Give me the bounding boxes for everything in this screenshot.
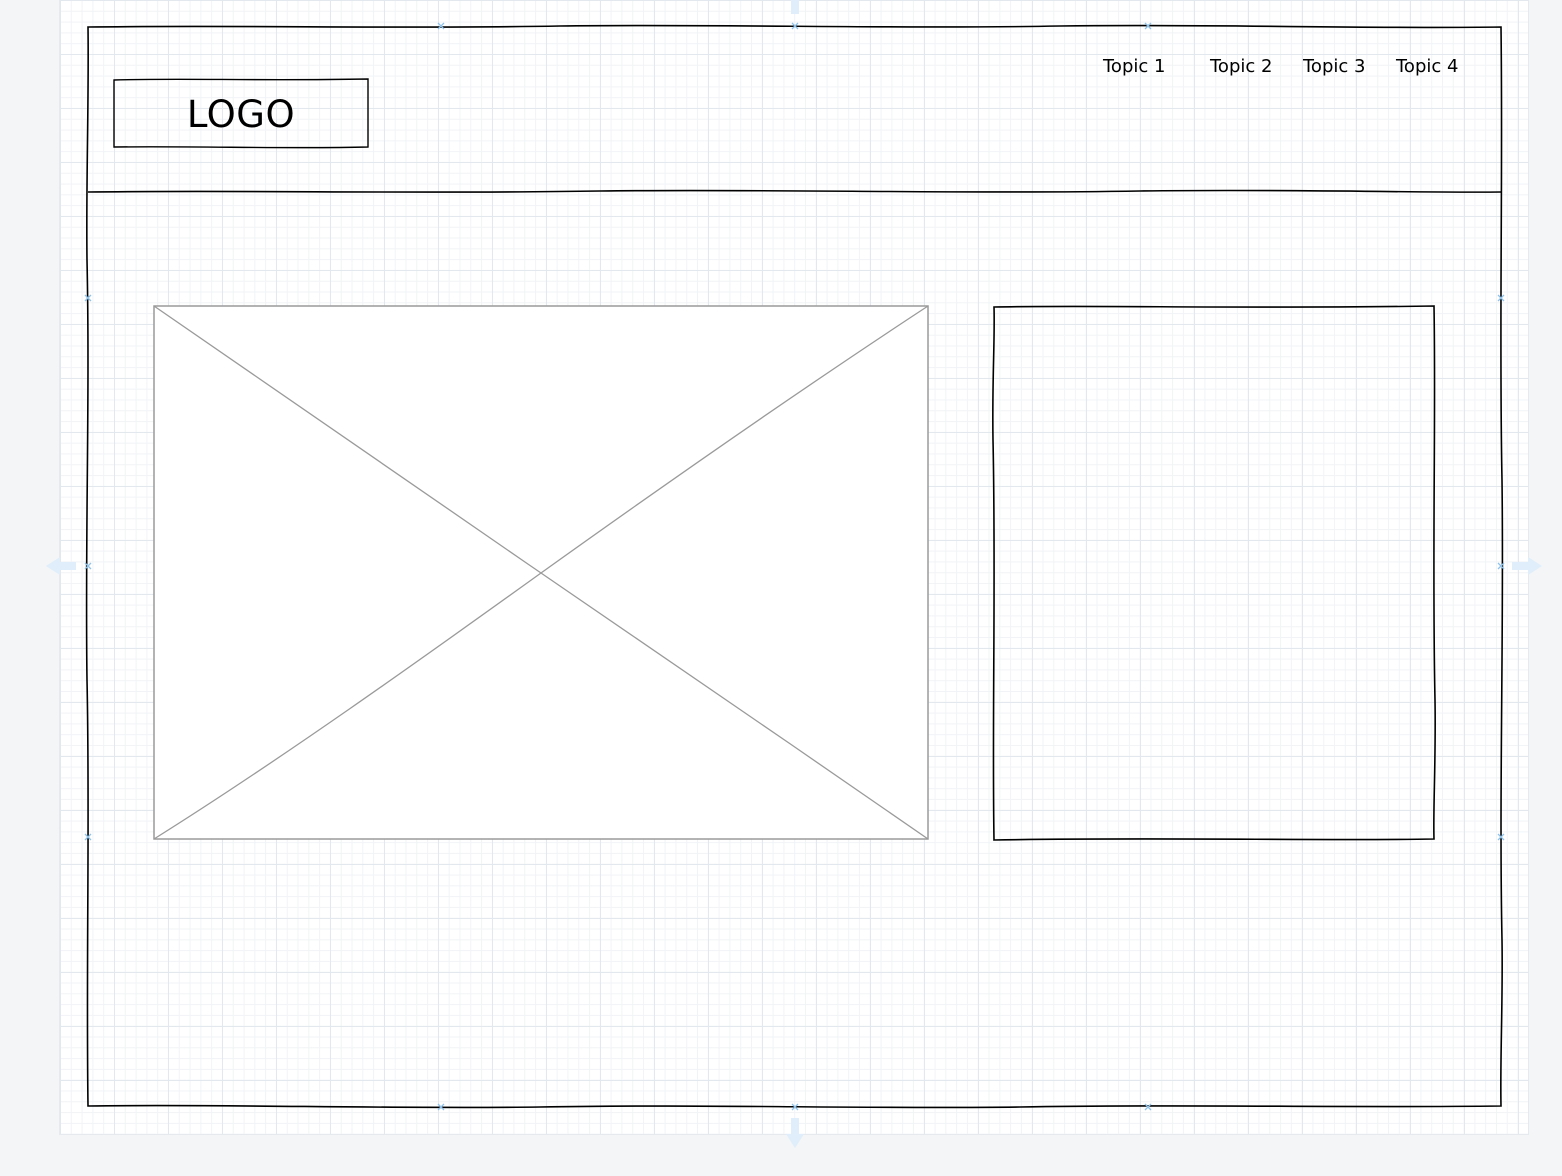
image-placeholder[interactable] (153, 305, 929, 840)
nav-topic-1[interactable]: Topic 1 (1103, 56, 1165, 77)
nav-topic-3[interactable]: Topic 3 (1303, 56, 1365, 77)
arrow-down-icon (786, 1118, 804, 1148)
logo[interactable]: LOGO (114, 80, 368, 148)
arrow-right-icon (1512, 557, 1542, 575)
content-panel[interactable] (991, 305, 1437, 841)
handle-bottom-right-mid (1144, 1103, 1152, 1111)
nav-topic-2[interactable]: Topic 2 (1210, 56, 1272, 77)
handle-top-left-mid (437, 22, 445, 30)
nav-topic-4[interactable]: Topic 4 (1396, 56, 1458, 77)
header-divider (87, 189, 1502, 193)
arrow-left-icon (46, 557, 76, 575)
arrow-up-icon (791, 0, 799, 14)
wireframe-canvas[interactable] (0, 0, 1562, 1176)
